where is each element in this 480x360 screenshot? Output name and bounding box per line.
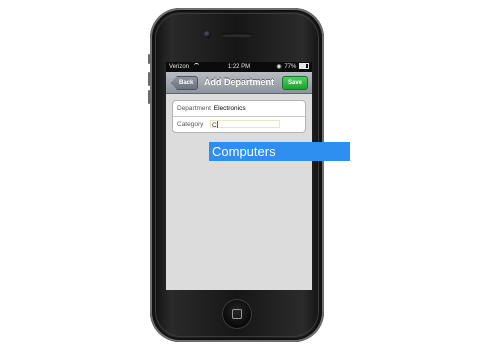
- lock-icon: ◉: [276, 64, 282, 70]
- status-right: ◉ 77%: [276, 62, 309, 72]
- navigation-bar: Back Add Department Save: [166, 72, 312, 94]
- earpiece-speaker: [222, 33, 252, 37]
- category-label: Category: [177, 121, 204, 128]
- battery-icon: [299, 63, 309, 69]
- suggestion-text: Computers: [212, 144, 276, 159]
- mute-switch: [148, 54, 150, 64]
- volume-up-button: [148, 72, 150, 86]
- volume-down-button: [148, 90, 150, 104]
- department-label: Department: [177, 105, 211, 112]
- autocomplete-suggestion[interactable]: Computers: [209, 142, 350, 161]
- category-row[interactable]: Category C: [173, 116, 305, 132]
- department-form: Department Electronics Category C: [172, 100, 306, 133]
- phone-screen: Verizon 1:22 PM ◉ 77% Back Add Departmen…: [166, 62, 312, 290]
- battery-percent: 77%: [284, 64, 297, 70]
- save-button[interactable]: Save: [281, 76, 308, 90]
- category-input[interactable]: C: [210, 120, 280, 129]
- iphone-device: Verizon 1:22 PM ◉ 77% Back Add Departmen…: [148, 8, 324, 342]
- department-value: Electronics: [213, 105, 246, 112]
- front-camera: [204, 31, 211, 38]
- text-caret: [216, 121, 218, 128]
- status-bar: Verizon 1:22 PM ◉ 77%: [166, 62, 312, 72]
- department-row[interactable]: Department Electronics: [173, 101, 305, 116]
- home-button[interactable]: [223, 300, 251, 328]
